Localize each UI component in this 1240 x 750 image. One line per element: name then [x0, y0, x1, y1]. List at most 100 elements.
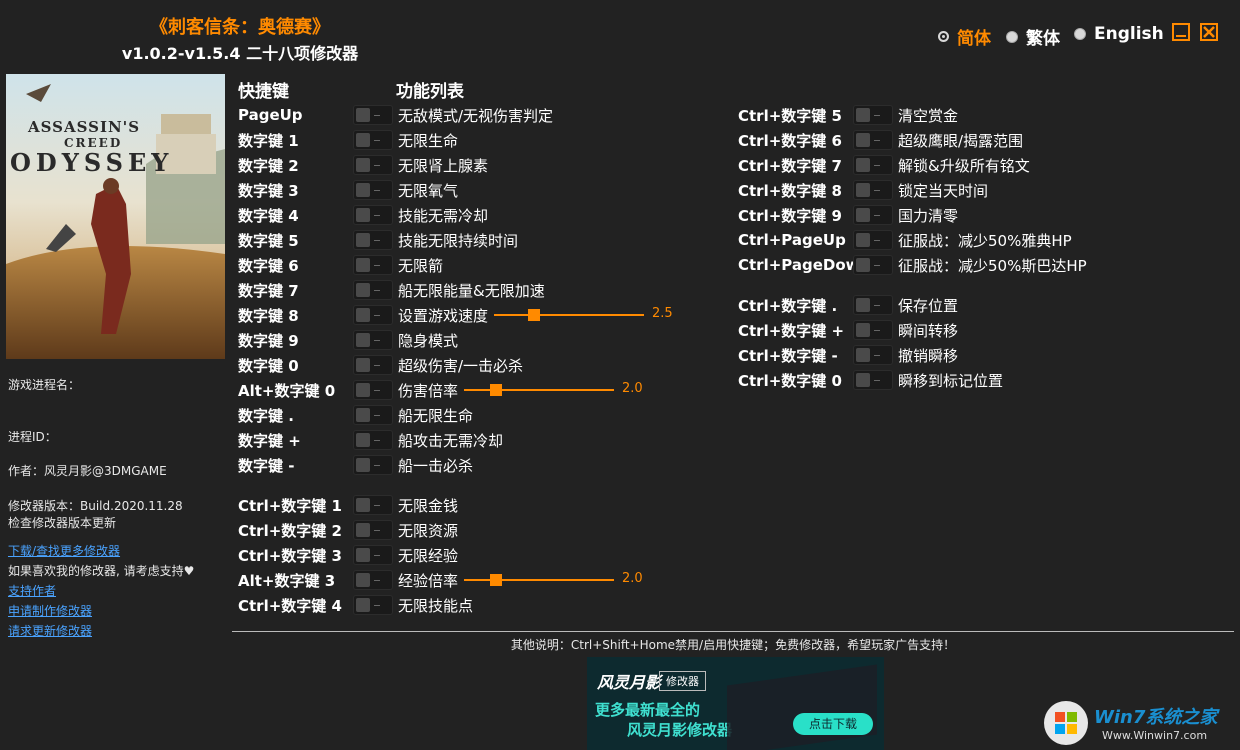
feature-toggle[interactable]	[853, 130, 893, 150]
feature-toggle[interactable]	[853, 205, 893, 225]
toggle-knob	[356, 498, 370, 512]
toggle-track-mark	[374, 415, 380, 416]
game-cover-image: ASSASSIN'S CREED ODYSSEY	[6, 74, 225, 359]
ad-download-button[interactable]: 点击下载	[793, 713, 873, 735]
hotkey-key: 数字键 0	[238, 355, 353, 376]
feature-toggle[interactable]	[353, 455, 393, 475]
toggle-knob	[356, 333, 370, 347]
hotkey-row: 数字键 9隐身模式	[238, 329, 458, 351]
feature-toggle[interactable]	[353, 495, 393, 515]
download-more-link[interactable]: 下载/查找更多修改器	[8, 542, 120, 559]
footer-note: 其他说明：Ctrl+Shift+Home禁用/启用快捷键；免费修改器，希望玩家广…	[232, 636, 1234, 653]
feature-toggle[interactable]	[353, 305, 393, 325]
check-update-link[interactable]: 检查修改器版本更新	[8, 514, 116, 531]
radio-selected-icon	[938, 31, 949, 42]
feature-toggle[interactable]	[853, 295, 893, 315]
toggle-knob	[856, 298, 870, 312]
feature-label: 无敌模式/无视伤害判定	[398, 105, 553, 126]
feature-label: 设置游戏速度	[398, 305, 488, 326]
slider-track	[464, 579, 614, 581]
process-name-label: 游戏进程名：	[8, 376, 80, 393]
ad-banner[interactable]: 风灵月影 修改器 更多最新最全的 风灵月影修改器 点击下载	[587, 657, 884, 750]
lang-option-english[interactable]: English	[1074, 24, 1164, 44]
toggle-track-mark	[374, 605, 380, 606]
slider-thumb[interactable]	[490, 384, 502, 396]
support-author-link[interactable]: 支持作者	[8, 582, 56, 599]
request-update-link[interactable]: 请求更新修改器	[8, 622, 92, 639]
close-button[interactable]	[1200, 23, 1218, 41]
hotkey-key: PageUp	[238, 106, 353, 124]
feature-toggle[interactable]	[353, 255, 393, 275]
toggle-knob	[356, 183, 370, 197]
feature-toggle[interactable]	[853, 345, 893, 365]
lang-option-traditional[interactable]: 繁体	[1006, 24, 1060, 49]
feature-toggle[interactable]	[353, 430, 393, 450]
feature-toggle[interactable]	[853, 105, 893, 125]
feature-toggle[interactable]	[353, 570, 393, 590]
hotkey-row: Ctrl+数字键 0瞬移到标记位置	[738, 369, 1003, 391]
feature-toggle[interactable]	[353, 355, 393, 375]
feature-label: 无限箭	[398, 255, 443, 276]
value-slider[interactable]: 2.5	[494, 304, 684, 326]
toggle-track-mark	[374, 530, 380, 531]
toggle-knob	[356, 598, 370, 612]
feature-label: 无限生命	[398, 130, 458, 151]
hotkey-row: 数字键 7船无限能量&无限加速	[238, 279, 545, 301]
hotkey-row: Ctrl+数字键 9国力清零	[738, 204, 958, 226]
toggle-knob	[856, 183, 870, 197]
hotkey-header: 快捷键	[238, 77, 289, 102]
hotkey-key: 数字键 4	[238, 205, 353, 226]
toggle-track-mark	[874, 330, 880, 331]
feature-label: 无限金钱	[398, 495, 458, 516]
toggle-track-mark	[874, 165, 880, 166]
feature-toggle[interactable]	[353, 205, 393, 225]
feature-toggle[interactable]	[353, 155, 393, 175]
minimize-button[interactable]	[1172, 23, 1190, 41]
feature-toggle[interactable]	[853, 370, 893, 390]
feature-label: 无限资源	[398, 520, 458, 541]
feature-toggle[interactable]	[353, 230, 393, 250]
process-id-label: 进程ID：	[8, 428, 57, 445]
hotkey-row: Ctrl+数字键 +瞬间转移	[738, 319, 958, 341]
feature-toggle[interactable]	[353, 380, 393, 400]
toggle-track-mark	[374, 240, 380, 241]
toggle-track-mark	[874, 380, 880, 381]
slider-track	[494, 314, 644, 316]
slider-thumb[interactable]	[528, 309, 540, 321]
hotkey-row: Ctrl+数字键 6超级鹰眼/揭露范围	[738, 129, 1023, 151]
lang-option-simplified[interactable]: 简体	[938, 24, 991, 49]
feature-toggle[interactable]	[353, 595, 393, 615]
hotkey-row: 数字键 0 超级伤害/一击必杀	[238, 354, 523, 376]
toggle-knob	[356, 433, 370, 447]
feature-toggle[interactable]	[353, 405, 393, 425]
value-slider[interactable]: 2.0	[464, 379, 654, 401]
ad-brand: 风灵月影	[597, 669, 661, 693]
hotkey-key: Ctrl+数字键 +	[738, 320, 853, 341]
toggle-track-mark	[374, 290, 380, 291]
value-slider[interactable]: 2.0	[464, 569, 654, 591]
feature-toggle[interactable]	[353, 180, 393, 200]
feature-label: 超级伤害/一击必杀	[398, 355, 523, 376]
slider-thumb[interactable]	[490, 574, 502, 586]
ad-tag: 修改器	[659, 671, 706, 691]
feature-toggle[interactable]	[353, 130, 393, 150]
feature-toggle[interactable]	[353, 105, 393, 125]
hotkey-row: Ctrl+PageDow征服战：减少50%斯巴达HP	[738, 254, 1087, 276]
request-make-link[interactable]: 申请制作修改器	[8, 602, 92, 619]
feature-toggle[interactable]	[853, 180, 893, 200]
feature-toggle[interactable]	[853, 155, 893, 175]
feature-toggle[interactable]	[353, 330, 393, 350]
hotkey-row: 数字键 +船攻击无需冷却	[238, 429, 503, 451]
watermark: Win7系统之家 Www.Winwin7.com	[1042, 693, 1240, 750]
feature-toggle[interactable]	[353, 280, 393, 300]
feature-toggle[interactable]	[853, 320, 893, 340]
hotkey-key: Ctrl+PageDow	[738, 256, 853, 274]
hotkey-key: Alt+数字键 0	[238, 380, 353, 401]
feature-toggle[interactable]	[353, 545, 393, 565]
hotkey-key: 数字键 +	[238, 430, 353, 451]
feature-toggle[interactable]	[353, 520, 393, 540]
toggle-knob	[356, 548, 370, 562]
feature-toggle[interactable]	[853, 255, 893, 275]
feature-toggle[interactable]	[853, 230, 893, 250]
hotkey-key: 数字键 3	[238, 180, 353, 201]
